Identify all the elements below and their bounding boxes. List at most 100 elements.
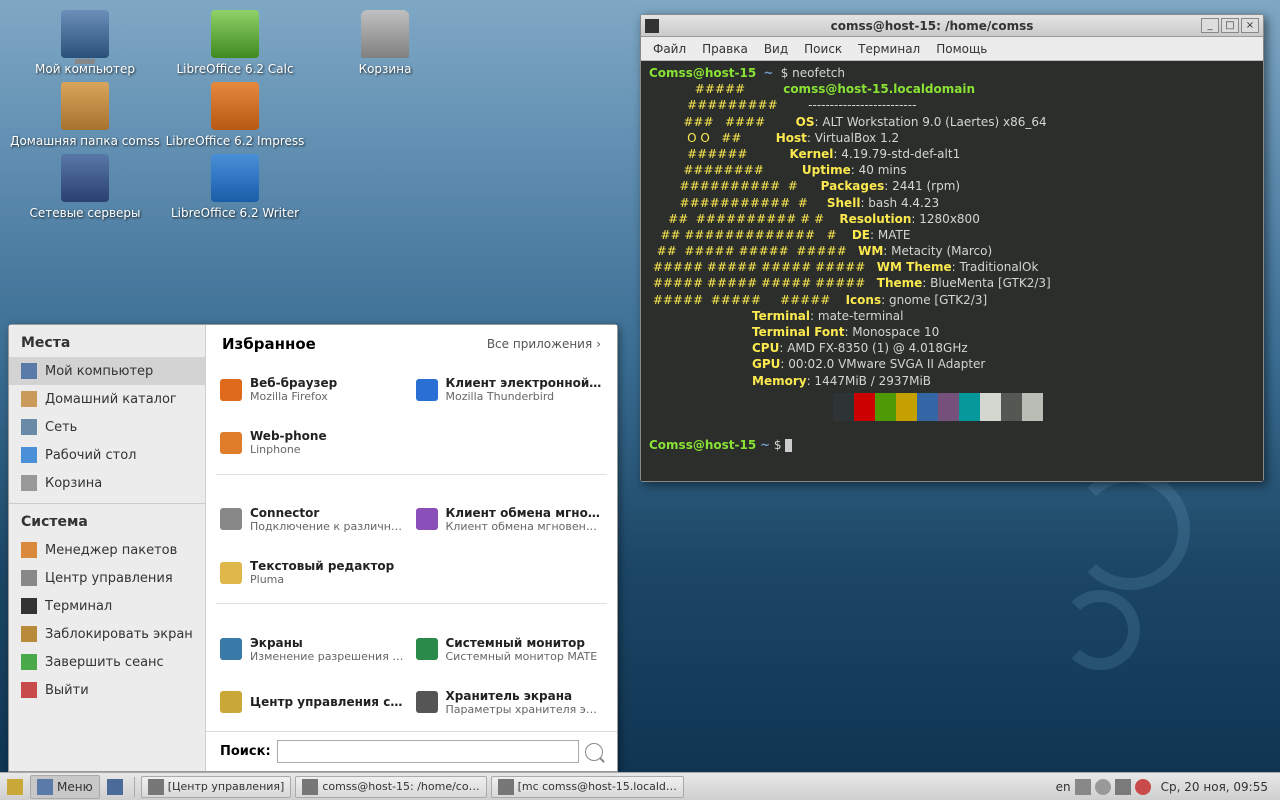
app-subtitle: Системный монитор MATE <box>446 650 598 663</box>
system-tray: en Ср, 20 ноя, 09:55 <box>1050 779 1280 795</box>
app-item[interactable]: Клиент обмена мгновен…Клиент обмена мгно… <box>412 493 608 546</box>
app-item[interactable]: Системный мониторСистемный монитор MATE <box>412 623 608 676</box>
app-icon <box>416 638 438 660</box>
favorites-header: Избранное <box>222 335 316 353</box>
alt-icon <box>7 779 23 795</box>
place-desktop[interactable]: Рабочий стол <box>9 441 205 469</box>
network-tray-icon[interactable] <box>1075 779 1091 795</box>
exit-icon <box>21 682 37 698</box>
start-menu: Места Мой компьютер Домашний каталог Сет… <box>8 324 618 772</box>
menu-button[interactable]: Меню <box>30 775 100 799</box>
desktop-icon-trash[interactable]: Корзина <box>310 10 460 76</box>
desktop-icon-home[interactable]: Домашняя папка comss <box>10 82 160 148</box>
terminal-menu-item[interactable]: Терминал <box>852 40 926 58</box>
desktop-folder-icon <box>21 447 37 463</box>
show-desktop-button[interactable] <box>100 775 130 799</box>
app-icon <box>416 508 438 530</box>
menu-sidebar: Места Мой компьютер Домашний каталог Сет… <box>9 325 206 771</box>
volume-tray-icon[interactable] <box>1095 779 1111 795</box>
app-subtitle: Pluma <box>250 573 394 586</box>
app-subtitle: Mozilla Firefox <box>250 390 337 403</box>
terminal-menu-item[interactable]: Правка <box>696 40 754 58</box>
search-bar: Поиск: <box>206 731 617 771</box>
menu-main: Избранное Все приложения› Веб-браузерMoz… <box>206 325 617 771</box>
place-trash[interactable]: Корзина <box>9 469 205 497</box>
app-title: Центр управления сист… <box>250 695 408 709</box>
place-network[interactable]: Сеть <box>9 413 205 441</box>
app-item[interactable]: Хранитель экранаПараметры хранителя экр… <box>412 676 608 729</box>
minimize-button[interactable]: _ <box>1201 18 1219 33</box>
taskbar: Меню [Центр управления]comss@host-15: /h… <box>0 772 1280 800</box>
chevron-right-icon: › <box>596 337 601 351</box>
app-item[interactable]: Клиент электронной по…Mozilla Thunderbir… <box>412 363 608 416</box>
app-subtitle: Клиент обмена мгновенн… <box>446 520 604 533</box>
taskbar-task[interactable]: [Центр управления] <box>141 776 292 798</box>
color-palette <box>833 393 1255 421</box>
maximize-button[interactable]: □ <box>1221 18 1239 33</box>
taskbar-task[interactable]: [mc comss@host-15.locald… <box>491 776 684 798</box>
folder-icon <box>21 391 37 407</box>
app-icon <box>220 691 242 713</box>
search-input[interactable] <box>277 740 579 763</box>
desktop-icon-calc[interactable]: LibreOffice 6.2 Calc <box>160 10 310 76</box>
desktop-icon-network[interactable]: Сетевые серверы <box>10 154 160 220</box>
app-item[interactable]: ConnectorПодключение к различны… <box>216 493 412 546</box>
app-subtitle: Изменение разрешения … <box>250 650 403 663</box>
place-my-computer[interactable]: Мой компьютер <box>9 357 205 385</box>
app-item[interactable]: Центр управления сист… <box>216 676 412 729</box>
all-apps-link[interactable]: Все приложения› <box>487 337 601 351</box>
app-title: Клиент электронной по… <box>446 376 604 390</box>
package-icon <box>21 542 37 558</box>
terminal-menu-item[interactable]: Помощь <box>930 40 993 58</box>
terminal-menu-item[interactable]: Вид <box>758 40 794 58</box>
app-icon <box>220 562 242 584</box>
lang-indicator[interactable]: en <box>1056 780 1071 794</box>
settings-icon <box>21 570 37 586</box>
app-icon <box>220 638 242 660</box>
system-header: Система <box>9 503 205 536</box>
search-icon[interactable] <box>585 743 603 761</box>
app-item[interactable]: Текстовый редакторPluma <box>216 546 412 599</box>
sys-lock[interactable]: Заблокировать экран <box>9 620 205 648</box>
app-subtitle: Подключение к различны… <box>250 520 408 533</box>
place-home[interactable]: Домашний каталог <box>9 385 205 413</box>
terminal-body[interactable]: Comss@host-15 ~ $ neofetch ##### comss@h… <box>641 61 1263 481</box>
app-title: Текстовый редактор <box>250 559 394 573</box>
sys-terminal[interactable]: Терминал <box>9 592 205 620</box>
sys-control-center[interactable]: Центр управления <box>9 564 205 592</box>
app-title: Клиент обмена мгновен… <box>446 506 604 520</box>
sys-exit[interactable]: Выйти <box>9 676 205 704</box>
terminal-titlebar[interactable]: comss@host-15: /home/comss _ □ × <box>641 15 1263 37</box>
sys-logout[interactable]: Завершить сеанс <box>9 648 205 676</box>
terminal-menubar: ФайлПравкаВидПоискТерминалПомощь <box>641 37 1263 61</box>
app-title: Системный монитор <box>446 636 598 650</box>
desktop-icon-impress[interactable]: LibreOffice 6.2 Impress <box>160 82 310 148</box>
menu-icon <box>37 779 53 795</box>
alt-logo[interactable] <box>0 775 30 799</box>
app-icon <box>220 508 242 530</box>
terminal-icon <box>21 598 37 614</box>
clock[interactable]: Ср, 20 ноя, 09:55 <box>1155 780 1274 794</box>
close-button[interactable]: × <box>1241 18 1259 33</box>
desktop-icon-writer[interactable]: LibreOffice 6.2 Writer <box>160 154 310 220</box>
sys-packages[interactable]: Менеджер пакетов <box>9 536 205 564</box>
task-icon <box>302 779 318 795</box>
terminal-menu-item[interactable]: Файл <box>647 40 692 58</box>
app-item[interactable]: Web-phoneLinphone <box>216 416 412 469</box>
app-item[interactable]: Веб-браузерMozilla Firefox <box>216 363 412 416</box>
app-title: Веб-браузер <box>250 376 337 390</box>
app-title: Web-phone <box>250 429 327 443</box>
terminal-title: comss@host-15: /home/comss <box>665 19 1199 33</box>
show-desktop-icon <box>107 779 123 795</box>
network-icon <box>21 419 37 435</box>
tray-icon[interactable] <box>1115 779 1131 795</box>
terminal-window: comss@host-15: /home/comss _ □ × ФайлПра… <box>640 14 1264 482</box>
lock-icon <box>21 626 37 642</box>
app-subtitle: Linphone <box>250 443 327 456</box>
desktop-icon-my-computer[interactable]: Мой компьютер <box>10 10 160 76</box>
taskbar-task[interactable]: comss@host-15: /home/co… <box>295 776 486 798</box>
app-item[interactable]: ЭкраныИзменение разрешения … <box>216 623 412 676</box>
search-label: Поиск: <box>220 744 271 759</box>
terminal-menu-item[interactable]: Поиск <box>798 40 848 58</box>
power-tray-icon[interactable] <box>1135 779 1151 795</box>
